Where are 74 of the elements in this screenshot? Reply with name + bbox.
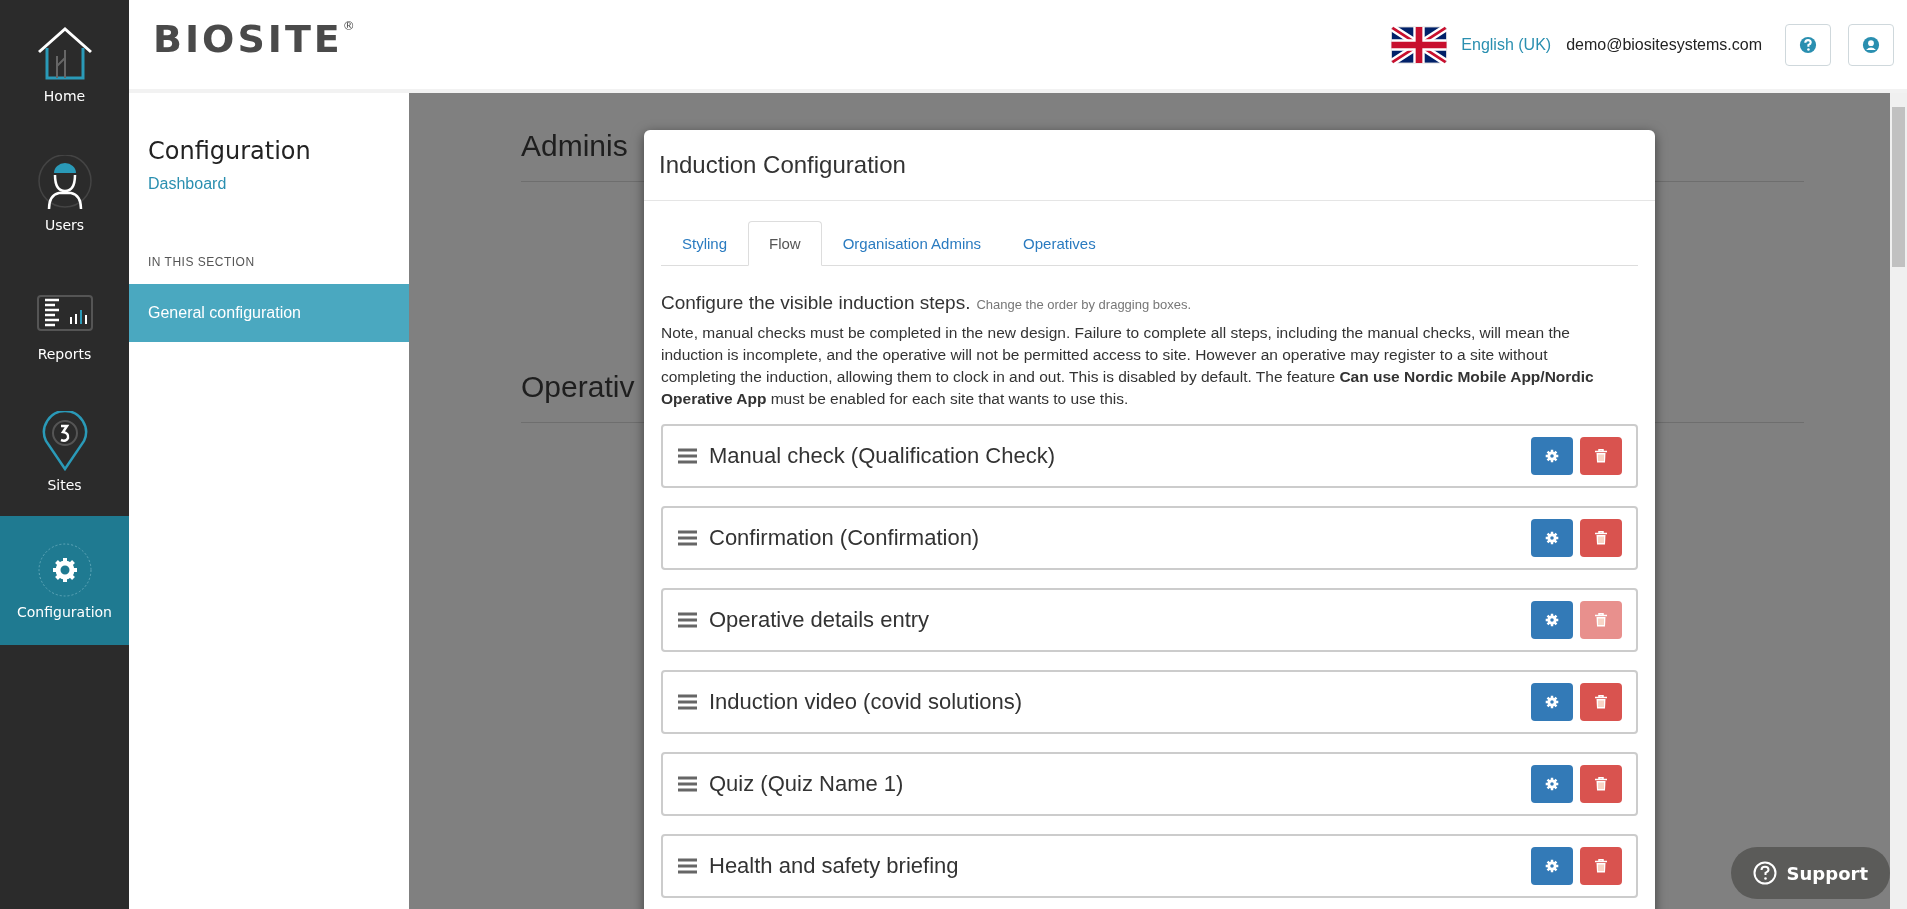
flag-icon[interactable] <box>1390 25 1449 64</box>
account-button[interactable] <box>1848 23 1894 66</box>
nav-item[interactable]: Configuration <box>0 516 129 645</box>
tab[interactable]: Flow <box>748 221 822 266</box>
logo: BIOSITE$^{®}$ <box>153 16 358 61</box>
registered-mark: ® <box>342 18 358 33</box>
nav-item[interactable]: Users <box>0 129 129 258</box>
gear-icon <box>1545 613 1559 627</box>
trash-icon <box>1595 859 1607 873</box>
step-label: Quiz (Quiz Name 1) <box>709 771 905 797</box>
step-card[interactable]: Induction video (covid solutions) <box>661 670 1638 734</box>
help-icon <box>1799 35 1817 54</box>
nav-label: Sites <box>47 476 82 493</box>
step-label: Induction video (covid solutions) <box>709 689 1024 715</box>
settings-button[interactable] <box>1531 847 1573 885</box>
delete-button[interactable] <box>1580 847 1622 885</box>
trash-icon <box>1595 531 1607 545</box>
section-title: Configuration <box>147 137 312 165</box>
gear-icon <box>36 541 93 598</box>
gear-icon <box>1545 695 1559 709</box>
settings-button[interactable] <box>1531 519 1573 557</box>
step-card[interactable]: Quiz (Quiz Name 1) <box>661 752 1638 816</box>
trash-icon <box>1595 449 1607 463</box>
delete-button[interactable] <box>1580 683 1622 721</box>
trash-icon <box>1595 777 1607 791</box>
step-card[interactable]: Confirmation (Confirmation) <box>661 506 1638 570</box>
settings-button[interactable] <box>1531 765 1573 803</box>
gear-icon <box>1545 531 1559 545</box>
drag-handle-icon[interactable] <box>678 612 697 628</box>
trash-icon <box>1595 695 1607 709</box>
nav-item[interactable]: Home <box>0 0 129 129</box>
step-card[interactable]: Health and safety briefing <box>661 834 1638 898</box>
nav-item[interactable]: Sites <box>0 387 129 516</box>
delete-button[interactable] <box>1580 765 1622 803</box>
settings-button[interactable] <box>1531 601 1573 639</box>
dashboard-link[interactable]: Dashboard <box>129 165 409 193</box>
intro-hint: Change the order by dragging boxes. <box>976 297 1192 312</box>
nav-label: Home <box>43 87 86 104</box>
intro-heading: Configure the visible induction steps. <box>661 292 971 314</box>
trash-icon <box>1595 613 1607 627</box>
drag-handle-icon[interactable] <box>678 448 697 464</box>
settings-button[interactable] <box>1531 683 1573 721</box>
scrollbar[interactable] <box>1890 93 1907 909</box>
user-icon <box>1862 35 1880 54</box>
tab[interactable]: Operatives <box>1002 221 1117 266</box>
drag-handle-icon[interactable] <box>678 858 697 874</box>
support-button[interactable]: Support <box>1730 847 1890 899</box>
nav-item[interactable]: Reports <box>0 258 129 387</box>
section-label: IN THIS SECTION <box>147 254 256 271</box>
step-label: Operative details entry <box>709 607 931 633</box>
help-icon <box>1752 861 1777 885</box>
nav-label: Reports <box>37 345 92 362</box>
step-label: Health and safety briefing <box>709 853 960 879</box>
drag-handle-icon[interactable] <box>678 530 697 546</box>
step-card[interactable]: Manual check (Qualification Check) <box>661 424 1638 488</box>
nav-label: Configuration <box>17 603 112 620</box>
step-label: Confirmation (Confirmation) <box>709 525 981 551</box>
step-label: Manual check (Qualification Check) <box>709 443 1057 469</box>
delete-button[interactable] <box>1580 437 1622 475</box>
drag-handle-icon[interactable] <box>678 776 697 792</box>
user-email: demo@biositesystems.com <box>1566 35 1762 54</box>
modal-title: Induction Configuration <box>659 151 906 179</box>
language-link[interactable]: English (UK) <box>1461 35 1552 54</box>
tab[interactable]: Styling <box>661 221 749 266</box>
gear-icon <box>1545 859 1559 873</box>
delete-button[interactable] <box>1580 519 1622 557</box>
tab[interactable]: Organisation Admins <box>821 221 1003 266</box>
help-button[interactable] <box>1785 23 1831 66</box>
nav-label: Users <box>44 216 85 233</box>
drag-handle-icon[interactable] <box>678 694 697 710</box>
gear-icon <box>1545 449 1559 463</box>
gear-icon <box>1545 777 1559 791</box>
settings-button[interactable] <box>1531 437 1573 475</box>
step-card[interactable]: Operative details entry <box>661 588 1638 652</box>
